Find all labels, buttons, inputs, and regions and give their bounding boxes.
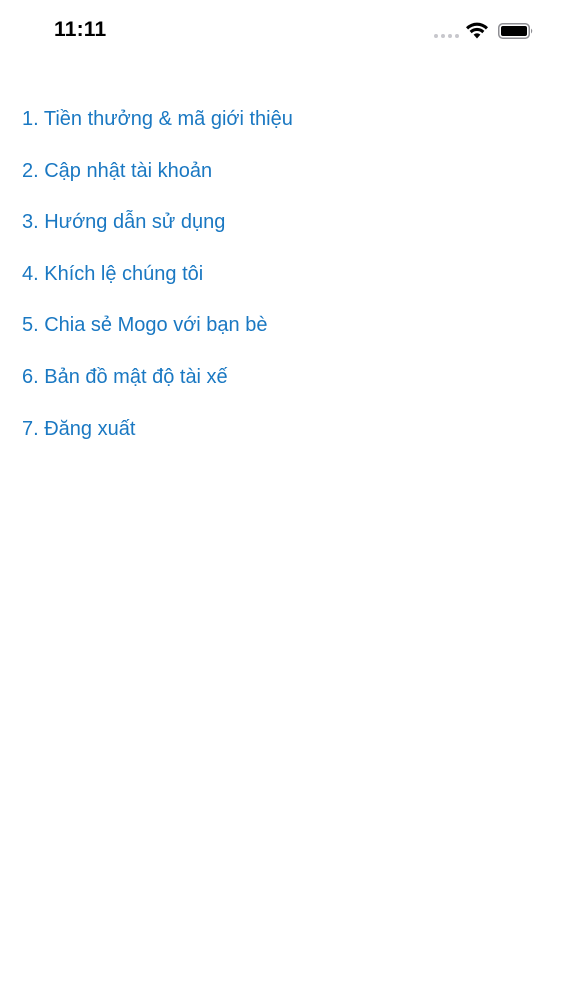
menu-item-encourage-us[interactable]: 4. Khích lệ chúng tôi	[22, 258, 293, 310]
status-bar: 11:11	[0, 0, 563, 64]
cellular-signal-icon	[434, 34, 460, 38]
menu-item-update-account[interactable]: 2. Cập nhật tài khoản	[22, 155, 293, 207]
wifi-icon	[466, 22, 488, 39]
settings-menu: 1. Tiền thưởng & mã giới thiệu 2. Cập nh…	[22, 103, 293, 464]
status-time: 11:11	[54, 18, 107, 41]
menu-item-user-guide[interactable]: 3. Hướng dẫn sử dụng	[22, 206, 293, 258]
battery-icon	[498, 23, 533, 39]
menu-item-share-app[interactable]: 5. Chia sẻ Mogo với bạn bè	[22, 309, 293, 361]
menu-item-logout[interactable]: 7. Đăng xuất	[22, 413, 293, 465]
menu-item-referral-bonus[interactable]: 1. Tiền thưởng & mã giới thiệu	[22, 103, 293, 155]
menu-item-driver-density-map[interactable]: 6. Bản đồ mật độ tài xế	[22, 361, 293, 413]
